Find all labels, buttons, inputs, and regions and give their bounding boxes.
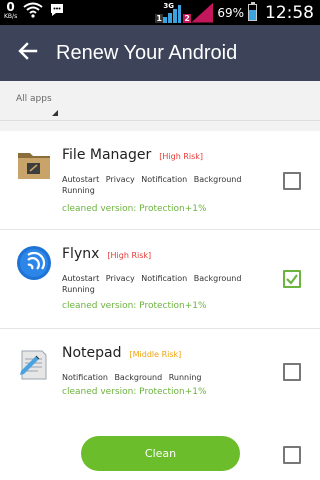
flynx-icon bbox=[16, 245, 52, 281]
sim2-label: 2 bbox=[183, 13, 191, 23]
app-name: File Manager [High Risk] bbox=[62, 147, 203, 163]
sim1-label: 1 bbox=[155, 13, 163, 23]
back-button[interactable] bbox=[0, 25, 56, 81]
app-filter-dropdown[interactable]: All apps bbox=[16, 94, 52, 104]
signal-icon: 2 bbox=[183, 2, 214, 23]
app-bar: Renew Your Android bbox=[0, 25, 320, 81]
network-speed: 0 KB/s bbox=[4, 0, 18, 21]
app-list: File Manager [High Risk] Autostart Privac… bbox=[0, 131, 320, 428]
notepad-icon bbox=[16, 347, 52, 383]
battery-icon bbox=[248, 2, 257, 21]
filter-bar: All apps bbox=[0, 81, 320, 121]
folder-icon bbox=[16, 147, 52, 183]
risk-badge: [High Risk] bbox=[159, 152, 204, 161]
app-checkbox[interactable] bbox=[283, 270, 301, 288]
network-speed-unit: KB/s bbox=[4, 13, 18, 20]
clock: 12:58 bbox=[265, 2, 314, 23]
cleaned-version-text: cleaned version: Protection+1% bbox=[62, 204, 207, 214]
app-name: Flynx [High Risk] bbox=[62, 246, 151, 262]
app-permissions: Notification Background Running bbox=[62, 373, 202, 382]
battery-percent: 69% bbox=[217, 5, 244, 20]
status-bar: 0 KB/s 3G 1 2 69% 12:58 bbox=[0, 0, 320, 25]
app-checkbox[interactable] bbox=[283, 172, 301, 190]
app-name-text: Flynx bbox=[62, 246, 100, 262]
app-name-text: File Manager bbox=[62, 147, 152, 163]
dropdown-caret-icon bbox=[52, 101, 58, 120]
risk-badge: [Middle Risk] bbox=[129, 350, 182, 359]
clean-button[interactable]: Clean bbox=[81, 436, 240, 471]
back-arrow-icon bbox=[18, 41, 38, 65]
list-item[interactable]: Notepad [Middle Risk] Notification Backgr… bbox=[0, 329, 320, 428]
app-checkbox[interactable] bbox=[283, 363, 301, 381]
chat-icon bbox=[49, 2, 65, 22]
cleaned-version-text: cleaned version: Protection+1% bbox=[62, 387, 207, 397]
list-item[interactable]: Flynx [High Risk] Autostart Privacy Notif… bbox=[0, 230, 320, 329]
bottom-action-bar: Clean bbox=[0, 427, 320, 480]
wifi-icon bbox=[23, 2, 43, 22]
app-permissions: Autostart Privacy Notification Backgroun… bbox=[62, 274, 242, 294]
app-name-text: Notepad bbox=[62, 345, 122, 361]
select-all-checkbox[interactable] bbox=[283, 446, 301, 464]
cleaned-version-text: cleaned version: Protection+1% bbox=[62, 301, 207, 311]
signal-icon: 3G 1 bbox=[155, 2, 182, 23]
app-permissions: Autostart Privacy Notification Backgroun… bbox=[62, 175, 242, 195]
network-speed-value: 0 bbox=[6, 0, 15, 14]
app-name: Notepad [Middle Risk] bbox=[62, 345, 181, 361]
page-title: Renew Your Android bbox=[56, 41, 238, 64]
risk-badge: [High Risk] bbox=[107, 251, 152, 260]
list-item[interactable]: File Manager [High Risk] Autostart Privac… bbox=[0, 131, 320, 230]
